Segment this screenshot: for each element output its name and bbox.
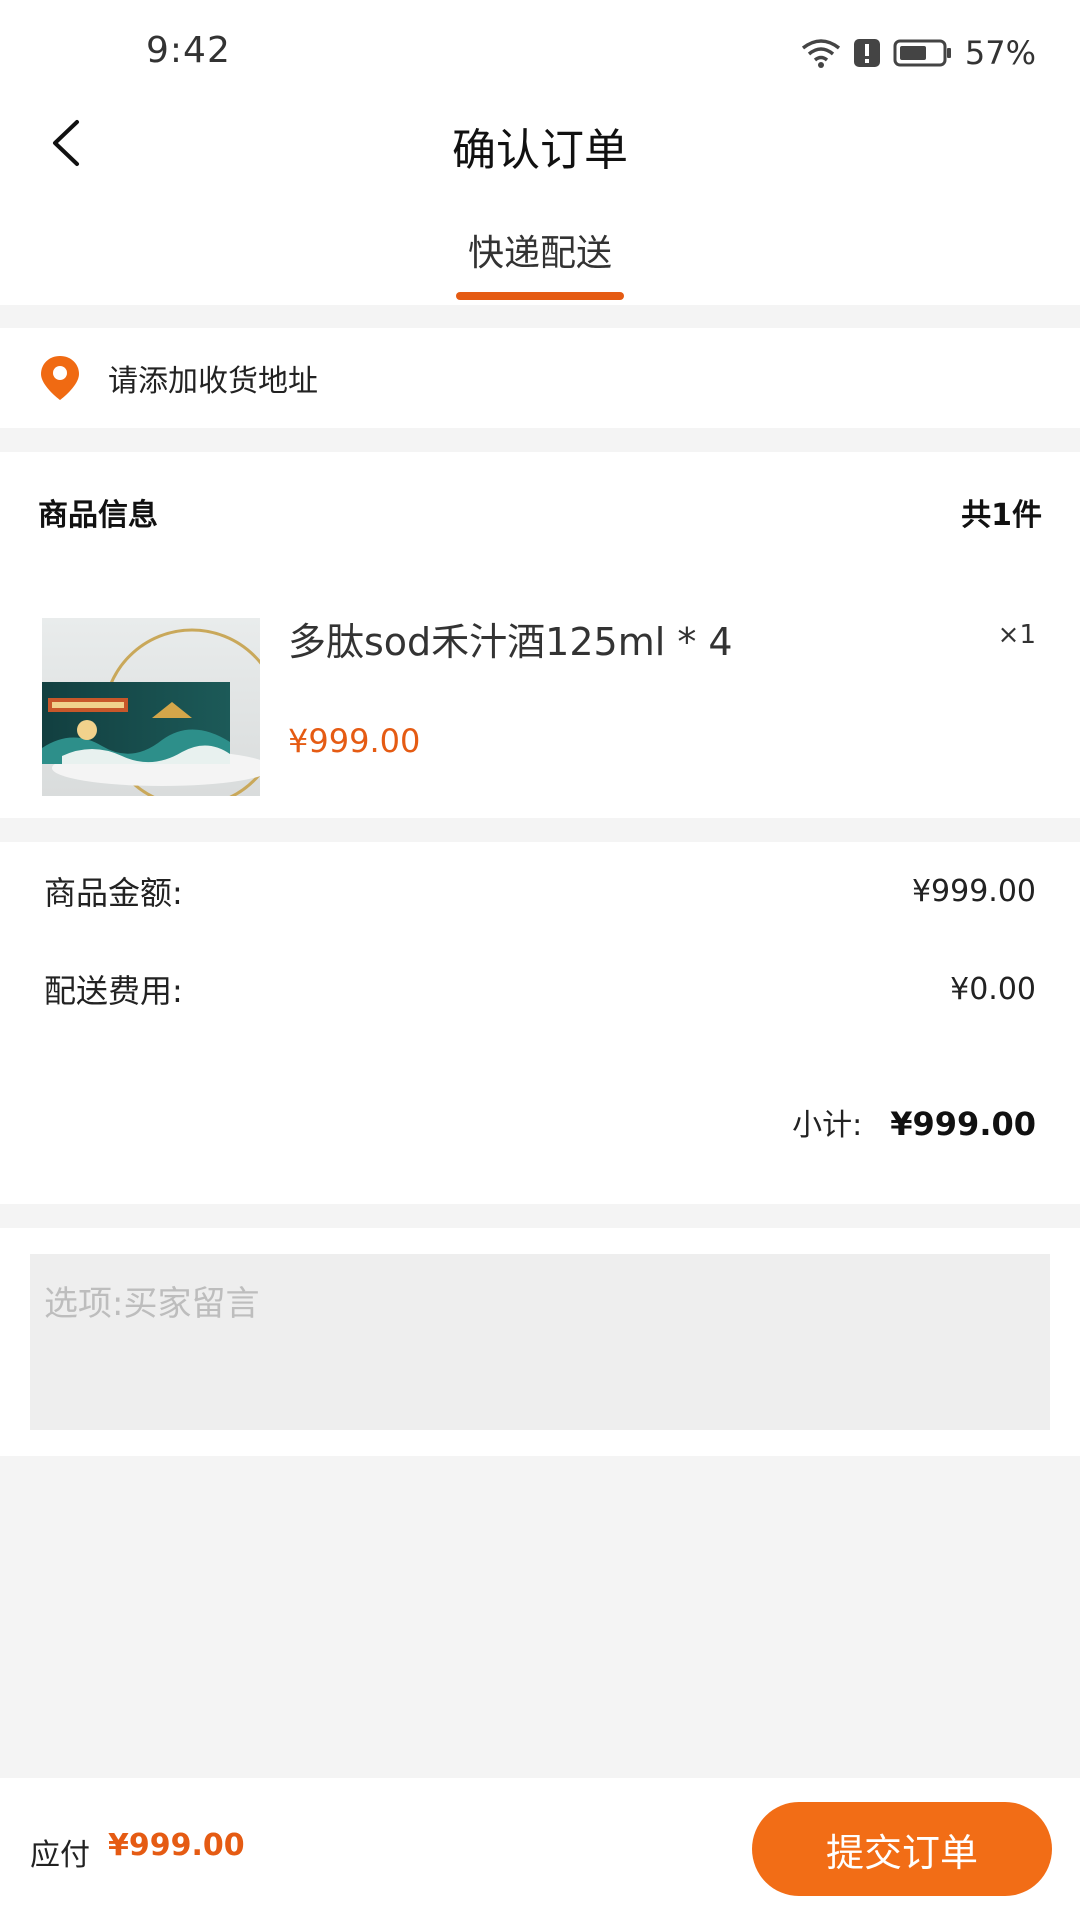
shipping-fee-row: 配送费用: ¥0.00 bbox=[44, 966, 1036, 1012]
amount-due-label: 应付 bbox=[30, 1838, 90, 1873]
product-image[interactable] bbox=[42, 618, 260, 796]
goods-amount-label: 商品金额: bbox=[44, 874, 183, 912]
product-quantity: ×1 bbox=[997, 620, 1036, 650]
checkout-bar: 应付 ¥999.00 提交订单 bbox=[0, 1778, 1080, 1920]
goods-amount-row: 商品金额: ¥999.00 bbox=[44, 868, 1036, 914]
nav-bar: 确认订单 bbox=[0, 90, 1080, 200]
wifi-icon bbox=[801, 38, 841, 68]
subtotal-label: 小计: bbox=[792, 1108, 863, 1143]
battery-icon bbox=[893, 39, 953, 67]
product-count: 共1件 bbox=[961, 498, 1042, 533]
product-section-title: 商品信息 bbox=[38, 498, 158, 533]
tab-label: 快递配送 bbox=[467, 233, 612, 274]
status-icons: 57% bbox=[801, 34, 1036, 72]
delivery-tab-bar: 快递配送 bbox=[0, 200, 1080, 305]
shipping-fee-label: 配送费用: bbox=[44, 972, 183, 1010]
subtotal-value: ¥999.00 bbox=[890, 1105, 1036, 1143]
buyer-message-input[interactable] bbox=[30, 1254, 1050, 1430]
subtotal-row: 小计: ¥999.00 bbox=[792, 1100, 1036, 1144]
price-summary-card: 商品金额: ¥999.00 配送费用: ¥0.00 小计: ¥999.00 bbox=[0, 842, 1080, 1204]
product-info-card: 商品信息 共1件 多肽sod禾汁酒125ml * 4 ¥999.00 ×1 bbox=[0, 452, 1080, 818]
submit-order-button[interactable]: 提交订单 bbox=[752, 1802, 1052, 1896]
goods-amount-value: ¥999.00 bbox=[911, 873, 1036, 909]
amount-due-value: ¥999.00 bbox=[108, 1828, 245, 1863]
tab-active-indicator bbox=[456, 292, 624, 300]
buyer-message-card bbox=[0, 1228, 1080, 1456]
product-name: 多肽sod禾汁酒125ml * 4 bbox=[288, 620, 733, 664]
status-time: 9:42 bbox=[146, 30, 231, 71]
shipping-fee-value: ¥0.00 bbox=[950, 971, 1036, 1007]
page-title: 确认订单 bbox=[452, 125, 628, 176]
tab-express-delivery[interactable]: 快递配送 bbox=[456, 224, 624, 300]
location-pin-icon bbox=[38, 354, 82, 402]
battery-percent: 57% bbox=[964, 34, 1036, 72]
product-price: ¥999.00 bbox=[288, 722, 421, 760]
alert-icon bbox=[853, 38, 881, 68]
add-address-label: 请添加收货地址 bbox=[108, 364, 318, 399]
add-address-row[interactable]: 请添加收货地址 bbox=[0, 328, 1080, 428]
